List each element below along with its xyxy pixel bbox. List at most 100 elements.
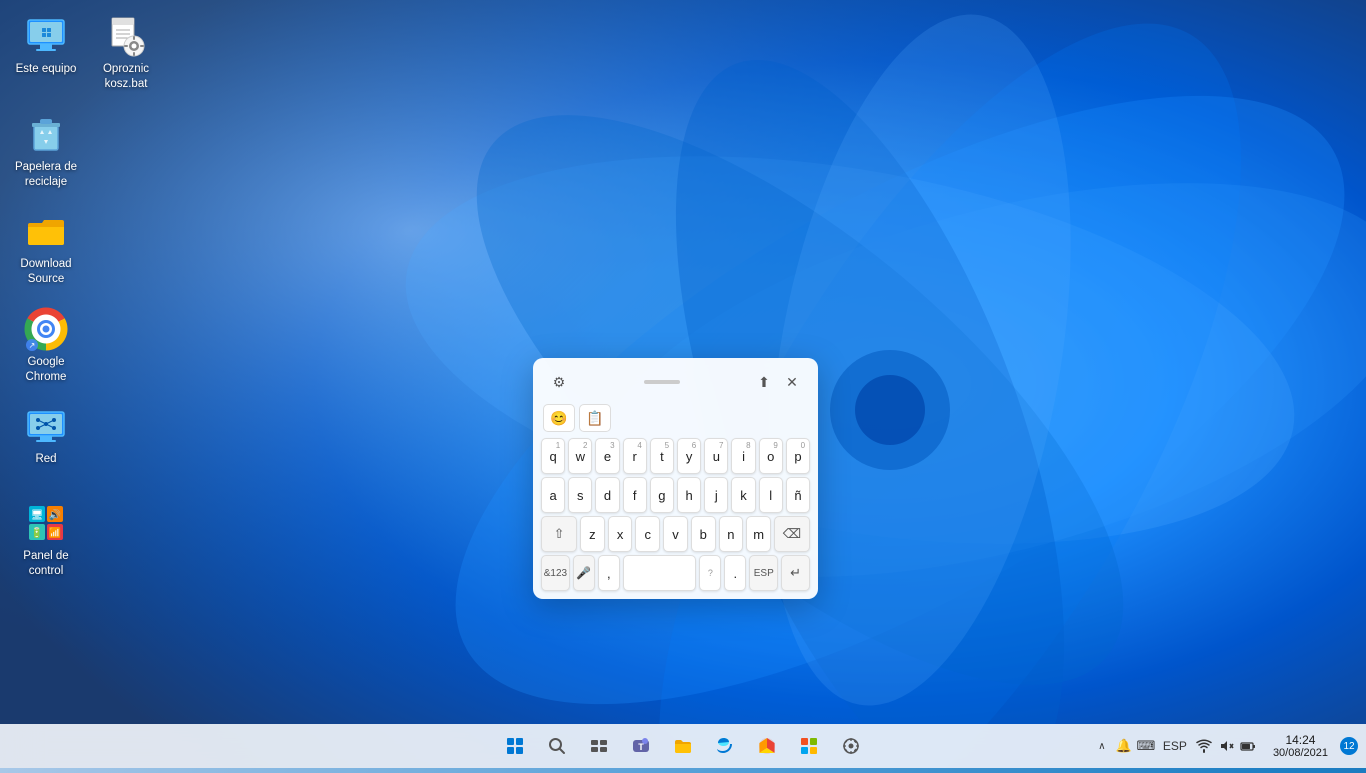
touch-keyboard: ⚙ ⬆ ✕ 😊 📋 1q 2w 3e 4r 5t 6y 7u 8i 9o 0p … [533,358,818,599]
keyboard-drag-area[interactable] [573,380,750,384]
desktop-icon-papelera[interactable]: Papelera de reciclaje [8,108,84,194]
tray-overflow-button[interactable]: ∧ [1093,737,1111,755]
folder-icon [24,209,68,253]
taskbar-office-button[interactable] [747,726,787,766]
keyboard-close-button[interactable]: ✕ [778,368,806,396]
key-j[interactable]: j [704,477,728,513]
tray-keyboard-icon[interactable]: ⌨ [1137,737,1155,755]
key-n-tilde[interactable]: ñ [786,477,810,513]
key-m[interactable]: m [746,516,771,552]
desktop-icon-label: Download Source [12,257,80,287]
drag-handle [644,380,680,384]
key-f[interactable]: f [623,477,647,513]
key-row-1: 1q 2w 3e 4r 5t 6y 7u 8i 9o 0p [541,438,810,474]
tray-wifi-icon[interactable] [1195,737,1213,755]
key-l[interactable]: l [759,477,783,513]
taskbar-teams-button[interactable]: T [621,726,661,766]
network-icon [24,404,68,448]
desktop-icon-red[interactable]: Red [8,400,84,471]
key-r[interactable]: 4r [623,438,647,474]
key-v[interactable]: v [663,516,688,552]
tray-language-indicator[interactable]: ESP [1159,739,1191,753]
taskbar-center: T [495,724,871,768]
taskbar-edge-button[interactable] [705,726,745,766]
key-row-3: ⇧ z x c v b n m ⌫ [541,516,810,552]
key-i[interactable]: 8i [731,438,755,474]
control-panel-icon: 🖥 🔊 🔋 📶 [24,501,68,545]
taskbar-store-button[interactable] [789,726,829,766]
key-d[interactable]: d [595,477,619,513]
key-e[interactable]: 3e [595,438,619,474]
key-shift[interactable]: ⇧ [541,516,577,552]
key-comma[interactable]: , [598,555,620,591]
desktop-icon-panel-control[interactable]: 🖥 🔊 🔋 📶 Panel de control [8,497,84,583]
key-mic[interactable]: 🎤 [573,555,595,591]
key-h[interactable]: h [677,477,701,513]
svg-text:🔊: 🔊 [49,508,61,521]
svg-text:🔋: 🔋 [31,526,43,539]
key-x[interactable]: x [608,516,633,552]
key-o[interactable]: 9o [759,438,783,474]
taskbar-settings-button[interactable] [831,726,871,766]
tray-volume-icon[interactable] [1217,737,1235,755]
clock-area[interactable]: 14:24 30/08/2021 [1265,724,1336,768]
desktop-icon-este-equipo[interactable]: Este equipo [8,10,84,81]
key-row-2: a s d f g h j k l ñ [541,477,810,513]
key-z[interactable]: z [580,516,605,552]
windows-logo-icon [507,738,523,754]
taskbar-search-button[interactable] [537,726,577,766]
key-period[interactable]: . [724,555,746,591]
key-u[interactable]: 7u [704,438,728,474]
key-s[interactable]: s [568,477,592,513]
notification-badge[interactable]: 12 [1340,737,1358,755]
key-backspace[interactable]: ⌫ [774,516,810,552]
battery-icon [1240,738,1256,754]
tray-notification-center-icon[interactable]: 🔔 [1115,737,1133,755]
taskbar: T [0,724,1366,768]
key-esp[interactable]: ESP [749,555,778,591]
clipboard-button[interactable]: 📋 [579,404,611,432]
key-g[interactable]: g [650,477,674,513]
keyboard-settings-button[interactable]: ⚙ [545,368,573,396]
key-p[interactable]: 0p [786,438,810,474]
taskview-icon [590,737,608,755]
desktop-icon-google-chrome[interactable]: ↗ Google Chrome [8,303,84,389]
tray-battery-icon[interactable] [1239,737,1257,755]
emoji-button[interactable]: 😊 [543,404,575,432]
svg-text:📶: 📶 [49,526,61,539]
key-w[interactable]: 2w [568,438,592,474]
keyboard-keys: 1q 2w 3e 4r 5t 6y 7u 8i 9o 0p a s d f g … [541,438,810,591]
computer-icon [24,14,68,58]
key-c[interactable]: c [635,516,660,552]
key-numeric[interactable]: &123 [541,555,570,591]
clock-date: 30/08/2021 [1273,747,1328,759]
clock-time: 14:24 [1285,733,1315,747]
keyboard-tools-row: 😊 📋 [541,402,810,438]
key-b[interactable]: b [691,516,716,552]
key-q[interactable]: 1q [541,438,565,474]
desktop-icon-oproznic[interactable]: Oproznic kosz.bat [88,10,164,96]
key-k[interactable]: k [731,477,755,513]
key-n[interactable]: n [719,516,744,552]
gear-bat-icon [104,14,148,58]
edge-icon [715,736,735,756]
key-y[interactable]: 6y [677,438,701,474]
taskbar-taskview-button[interactable] [579,726,619,766]
taskbar-explorer-button[interactable] [663,726,703,766]
key-question[interactable]: ? [699,555,721,591]
desktop-icon-download-source[interactable]: Download Source [8,205,84,291]
svg-text:↗: ↗ [29,341,36,350]
taskbar-start-button[interactable] [495,726,535,766]
taskbar-right: ∧ 🔔 ⌨ ESP [1087,724,1366,768]
key-t[interactable]: 5t [650,438,674,474]
key-row-4: &123 🎤 , ? . ESP ↵ [541,555,810,591]
key-space[interactable] [623,555,697,591]
desktop-icon-label: Google Chrome [12,355,80,385]
svg-text:🖥: 🖥 [31,509,44,521]
key-enter[interactable]: ↵ [781,555,810,591]
office-icon [757,736,777,756]
keyboard-undock-button[interactable]: ⬆ [750,368,778,396]
key-a[interactable]: a [541,477,565,513]
desktop-icon-label: Red [35,452,56,467]
desktop-icon-label: Papelera de reciclaje [12,160,80,190]
